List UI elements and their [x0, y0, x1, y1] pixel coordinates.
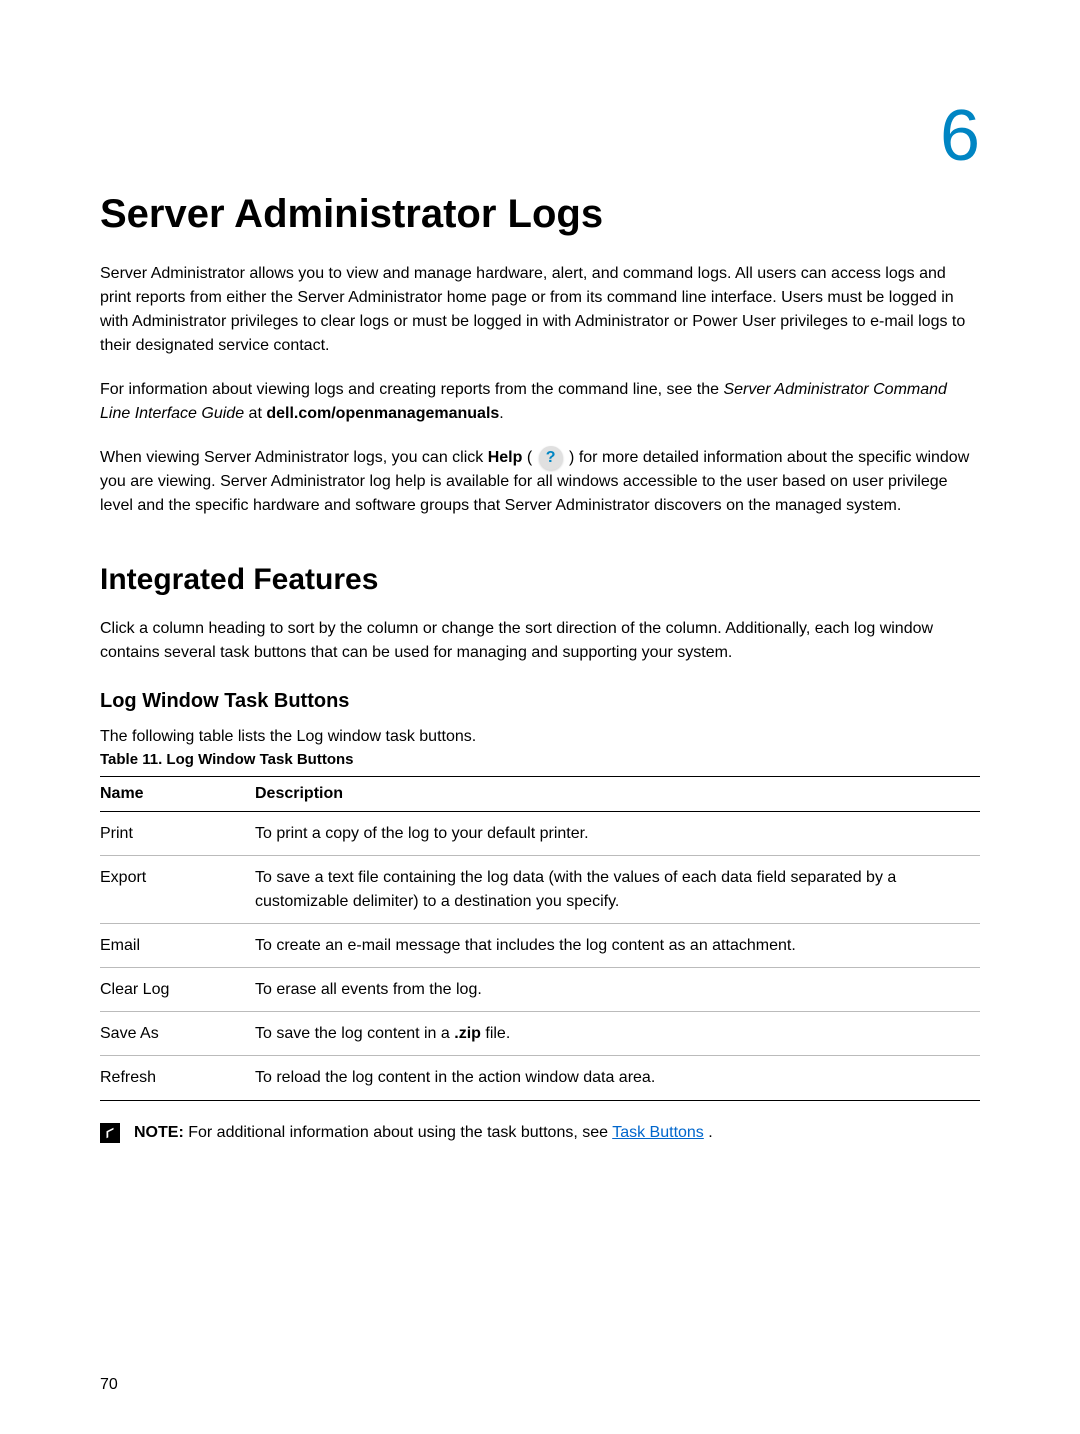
- note-block: NOTE: For additional information about u…: [100, 1121, 980, 1145]
- table-header-name: Name: [100, 777, 255, 812]
- intro-paragraph-2: For information about viewing logs and c…: [100, 378, 980, 426]
- table-cell-name: Print: [100, 812, 255, 856]
- table-cell-name: Email: [100, 923, 255, 967]
- intro-paragraph-1: Server Administrator allows you to view …: [100, 262, 980, 358]
- table-cell-name: Refresh: [100, 1056, 255, 1100]
- table-cell-name: Clear Log: [100, 967, 255, 1011]
- para3-help-bold: Help: [488, 449, 523, 466]
- table-cell-desc: To save a text file containing the log d…: [255, 856, 980, 923]
- integrated-features-paragraph: Click a column heading to sort by the co…: [100, 617, 980, 665]
- table-row: Save As To save the log content in a .zi…: [100, 1012, 980, 1056]
- table-row: Export To save a text file containing th…: [100, 856, 980, 923]
- table-caption: Table 11. Log Window Task Buttons: [100, 751, 980, 768]
- task-buttons-table: Name Description Print To print a copy o…: [100, 776, 980, 1100]
- table-row: Print To print a copy of the log to your…: [100, 812, 980, 856]
- log-window-task-buttons-heading: Log Window Task Buttons: [100, 690, 980, 713]
- note-icon: [100, 1123, 120, 1143]
- table-cell-name: Save As: [100, 1012, 255, 1056]
- note-text: NOTE: For additional information about u…: [134, 1121, 713, 1145]
- page-title: Server Administrator Logs: [100, 192, 980, 237]
- table-cell-desc: To print a copy of the log to your defau…: [255, 812, 980, 856]
- table-header-description: Description: [255, 777, 980, 812]
- table-cell-name: Export: [100, 856, 255, 923]
- table-cell-desc-post: file.: [481, 1025, 510, 1042]
- para3-open-paren: (: [522, 449, 536, 466]
- table-row: Email To create an e-mail message that i…: [100, 923, 980, 967]
- table-header-row: Name Description: [100, 777, 980, 812]
- intro-paragraph-3: When viewing Server Administrator logs, …: [100, 446, 980, 518]
- table-cell-desc-pre: To save the log content in a: [255, 1025, 454, 1042]
- table-row: Clear Log To erase all events from the l…: [100, 967, 980, 1011]
- table-row: Refresh To reload the log content in the…: [100, 1056, 980, 1100]
- table-cell-desc-bold: .zip: [454, 1025, 481, 1042]
- table-cell-desc: To erase all events from the log.: [255, 967, 980, 1011]
- para2-at: at: [244, 405, 266, 422]
- para3-pre: When viewing Server Administrator logs, …: [100, 449, 488, 466]
- chapter-number: 6: [100, 100, 980, 172]
- para2-suffix: .: [499, 405, 503, 422]
- para3-close-paren: ): [565, 449, 579, 466]
- table-cell-desc: To reload the log content in the action …: [255, 1056, 980, 1100]
- note-label: NOTE:: [134, 1124, 184, 1141]
- page-number: 70: [100, 1376, 118, 1394]
- para2-prefix: For information about viewing logs and c…: [100, 381, 723, 398]
- note-link[interactable]: Task Buttons: [612, 1124, 704, 1141]
- para2-bold: dell.com/openmanagemanuals: [266, 405, 499, 422]
- help-icon: ?: [539, 446, 563, 470]
- table-intro-text: The following table lists the Log window…: [100, 728, 980, 746]
- table-cell-desc: To save the log content in a .zip file.: [255, 1012, 980, 1056]
- note-body: For additional information about using t…: [184, 1124, 612, 1141]
- section-integrated-features-heading: Integrated Features: [100, 563, 980, 597]
- note-suffix: .: [704, 1124, 713, 1141]
- table-cell-desc: To create an e-mail message that include…: [255, 923, 980, 967]
